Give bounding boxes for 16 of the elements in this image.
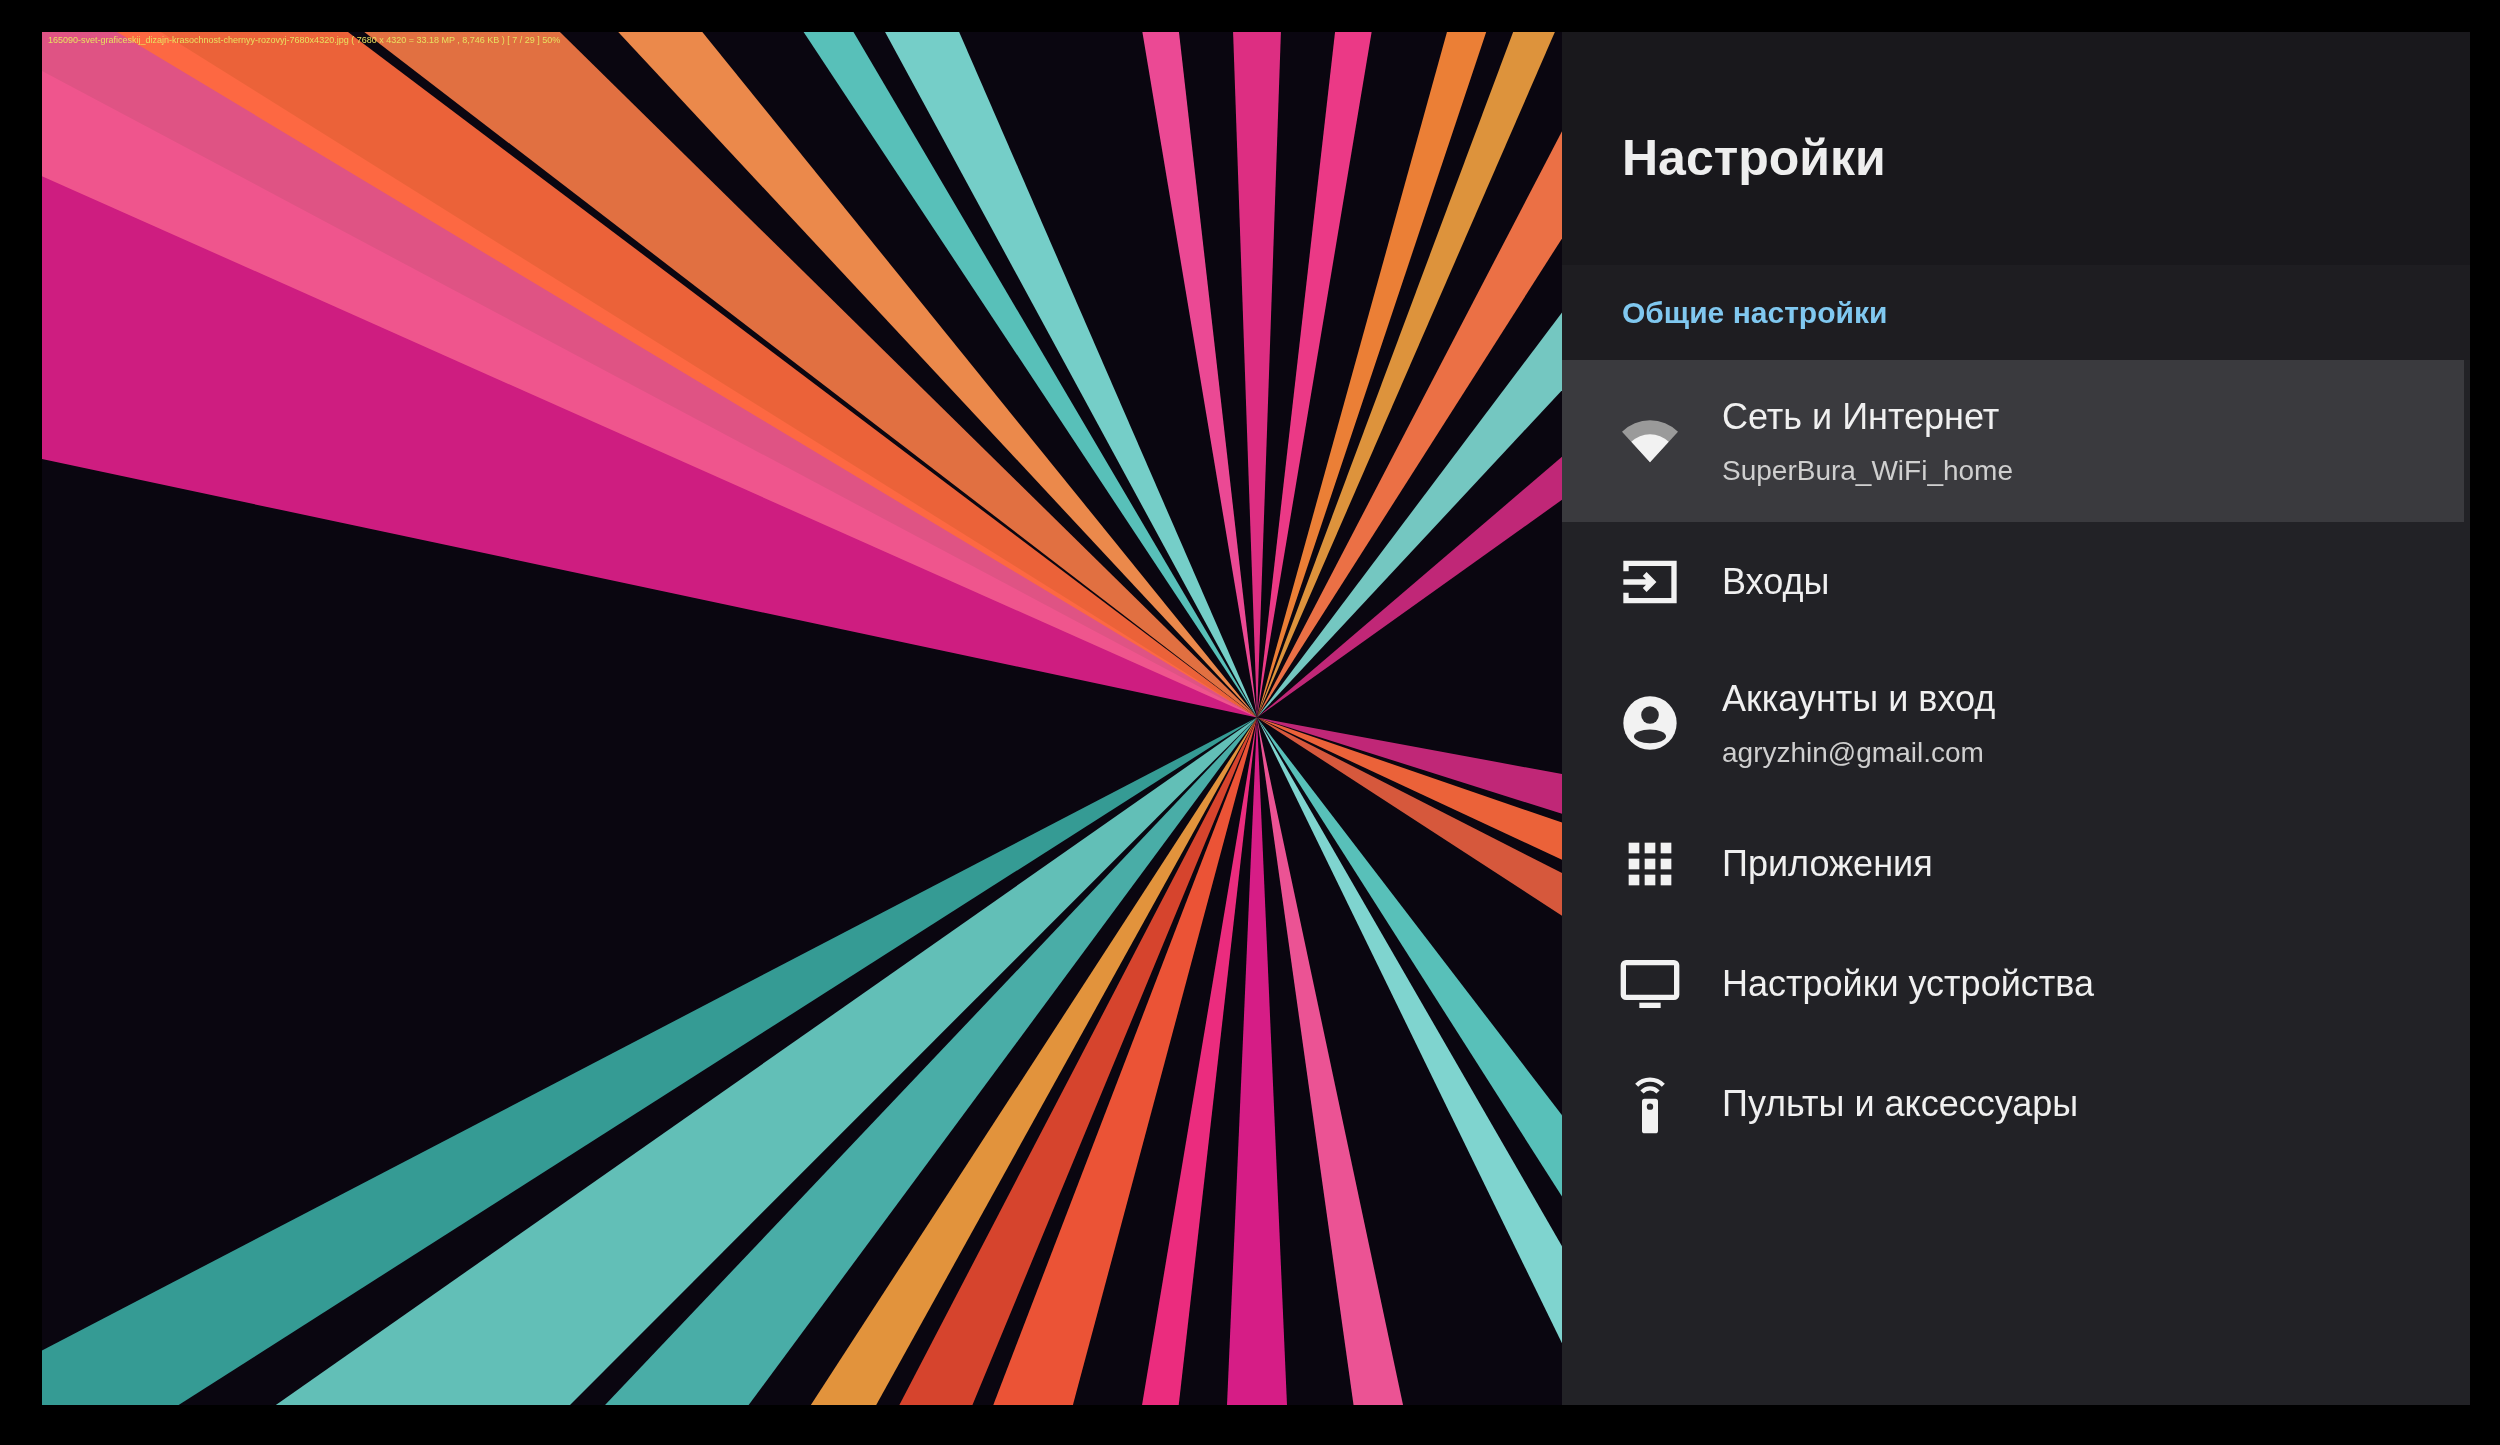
panel-title: Настройки: [1622, 129, 1886, 188]
item-label: Пульты и аксессуары: [1722, 1082, 2079, 1126]
item-label: Входы: [1722, 560, 1830, 604]
section-header: Общие настройки: [1622, 295, 1888, 331]
item-label: Настройки устройства: [1722, 962, 2094, 1006]
item-subtitle: SuperBura_WiFi_home: [1722, 454, 2014, 488]
item-label: Сеть и Интернет: [1722, 395, 2001, 439]
settings-item[interactable]: Сеть и Интернет SuperBura_WiFi_home: [1562, 360, 2464, 522]
settings-item[interactable]: Пульты и аксессуары: [1562, 1044, 2464, 1164]
settings-item[interactable]: Аккаунты и вход agryzhin@gmail.com: [1562, 642, 2464, 804]
settings-item[interactable]: Приложения: [1562, 804, 2464, 924]
item-label: Приложения: [1722, 842, 1933, 886]
item-label: Аккаунты и вход: [1722, 677, 1996, 721]
settings-item[interactable]: Входы: [1562, 522, 2464, 642]
settings-item[interactable]: Настройки устройства: [1562, 924, 2464, 1044]
item-subtitle: agryzhin@gmail.com: [1722, 736, 1985, 770]
